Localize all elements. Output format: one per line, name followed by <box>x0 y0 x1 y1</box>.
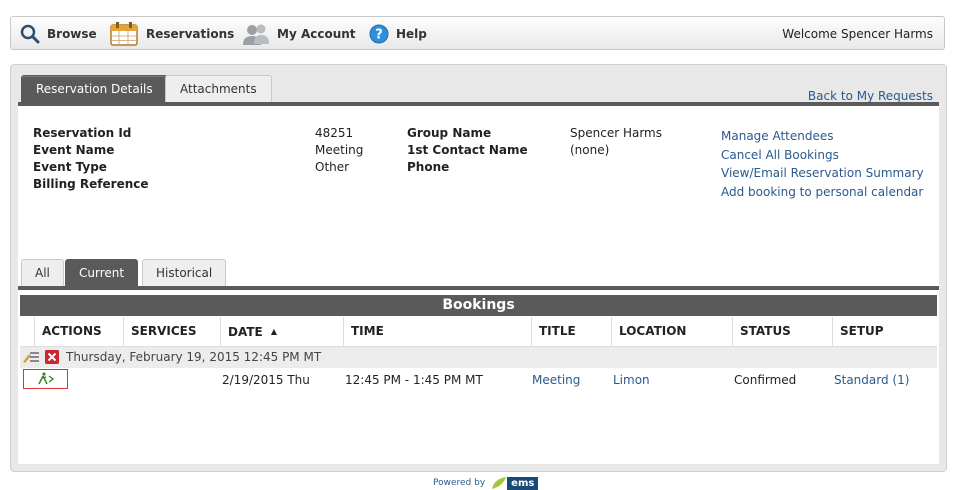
edit-list-icon[interactable] <box>22 350 40 364</box>
reservation-content: Reservation Id Event Name Event Type Bil… <box>18 102 939 490</box>
tab-current[interactable]: Current <box>65 259 139 286</box>
sort-ascending-icon: ▲ <box>270 327 278 336</box>
calendar-icon <box>110 22 138 46</box>
tab-attachments[interactable]: Attachments <box>165 75 272 102</box>
bookings-header-row: ACTIONS SERVICES DATE ▲ TIME TITLE LOCAT… <box>20 317 937 347</box>
nav-my-account[interactable]: My Account <box>241 17 356 51</box>
booking-title-link[interactable]: Meeting <box>532 373 580 387</box>
nav-browse-label: Browse <box>47 27 97 41</box>
tab-divider <box>18 102 939 106</box>
reservation-panel: Reservation Details Attachments Back to … <box>10 64 947 490</box>
walking-person-icon <box>38 372 55 385</box>
booking-location-link[interactable]: Limon <box>613 373 650 387</box>
help-icon: ? <box>369 24 389 44</box>
first-contact-name-label: 1st Contact Name <box>407 143 528 157</box>
billing-reference-label: Billing Reference <box>33 177 149 191</box>
first-contact-name-value: (none) <box>570 143 610 157</box>
add-to-calendar-link[interactable]: Add booking to personal calendar <box>721 185 923 199</box>
col-date-label: DATE <box>228 325 263 339</box>
nav-my-account-label: My Account <box>277 27 356 41</box>
col-setup: SETUP <box>832 317 937 346</box>
powered-by: Powered by ems <box>433 476 539 490</box>
powered-by-label: Powered by <box>433 478 486 488</box>
col-time: TIME <box>343 317 531 346</box>
bookings-title: Bookings <box>20 295 937 316</box>
col-services: SERVICES <box>123 317 220 346</box>
delete-icon[interactable] <box>45 350 59 364</box>
subtab-divider <box>18 286 939 290</box>
col-status: STATUS <box>732 317 832 346</box>
tab-reservation-details[interactable]: Reservation Details <box>21 75 168 102</box>
col-title: TITLE <box>531 317 611 346</box>
phone-label: Phone <box>407 160 450 174</box>
group-name-value: Spencer Harms <box>570 126 662 140</box>
event-type-value: Other <box>315 160 350 174</box>
event-type-label: Event Type <box>33 160 107 174</box>
back-to-my-requests-link[interactable]: Back to My Requests <box>808 89 933 103</box>
ems-logo: ems <box>491 476 539 490</box>
tab-historical[interactable]: Historical <box>142 259 227 286</box>
nav-reservations-label: Reservations <box>146 27 235 41</box>
view-email-summary-link[interactable]: View/Email Reservation Summary <box>721 166 924 180</box>
tab-all[interactable]: All <box>21 259 64 286</box>
group-name-label: Group Name <box>407 126 492 140</box>
nav-help[interactable]: ? Help <box>368 17 427 51</box>
reservation-id-value: 48251 <box>315 126 354 140</box>
welcome-text: Welcome Spencer Harms <box>782 27 933 41</box>
ems-leaf-icon <box>492 477 507 489</box>
users-icon <box>243 24 269 45</box>
nav-browse[interactable]: Browse <box>19 17 97 51</box>
cancel-all-bookings-link[interactable]: Cancel All Bookings <box>721 148 839 162</box>
col-actions: ACTIONS <box>34 317 123 346</box>
reservation-id-label: Reservation Id <box>33 126 132 140</box>
nav-help-label: Help <box>396 27 427 41</box>
manage-attendees-link[interactable]: Manage Attendees <box>721 129 834 143</box>
booking-date: 2/19/2015 Thu <box>222 373 310 387</box>
svg-text:?: ? <box>375 28 383 43</box>
event-name-label: Event Name <box>33 143 115 157</box>
top-nav: Browse Reservations My Account ? Help We… <box>10 16 945 50</box>
ems-logo-text: ems <box>507 476 539 490</box>
booking-time: 12:45 PM - 1:45 PM MT <box>345 373 483 387</box>
booking-status: Confirmed <box>734 373 797 387</box>
booking-group-row: Thursday, February 19, 2015 12:45 PM MT <box>20 347 937 368</box>
col-date[interactable]: DATE ▲ <box>220 317 343 346</box>
check-in-button[interactable] <box>23 369 68 389</box>
booking-group-label: Thursday, February 19, 2015 12:45 PM MT <box>66 350 322 364</box>
booking-setup-link[interactable]: Standard (1) <box>834 373 909 387</box>
col-location: LOCATION <box>611 317 732 346</box>
event-name-value: Meeting <box>315 143 364 157</box>
nav-reservations[interactable]: Reservations <box>108 17 234 51</box>
search-icon <box>20 24 40 44</box>
